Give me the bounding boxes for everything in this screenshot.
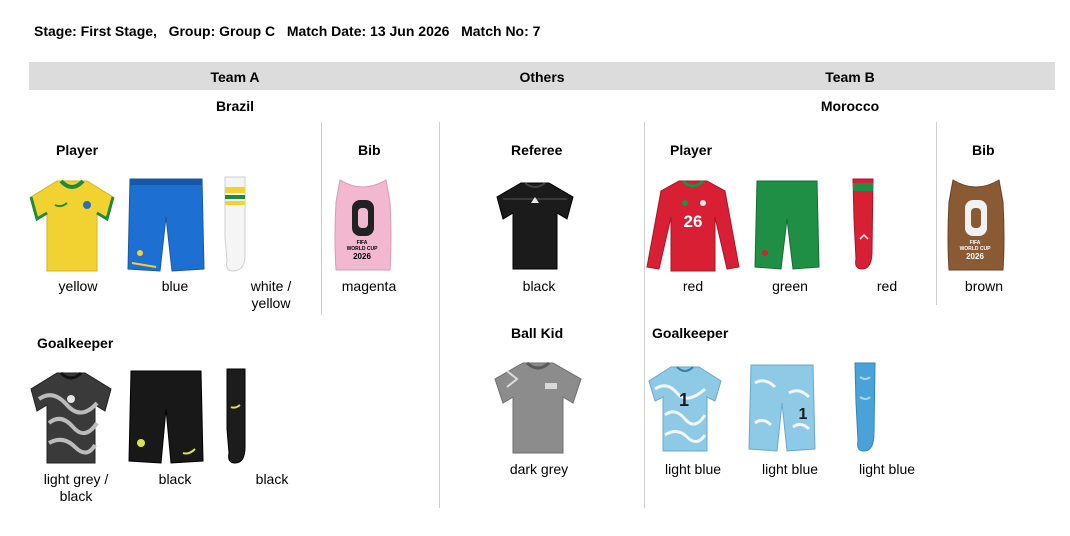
team-a-goalkeeper-title: Goalkeeper xyxy=(37,335,114,351)
brazil-socks-caption: white / yellow xyxy=(221,278,321,312)
morocco-shirt-caption: red xyxy=(682,278,704,294)
brazil-goalkeeper-shorts xyxy=(126,368,206,466)
shorts-icon xyxy=(128,370,204,464)
team-b-goalkeeper-title: Goalkeeper xyxy=(652,325,729,341)
morocco-player-shorts xyxy=(752,178,822,272)
ball-kid-title: Ball Kid xyxy=(511,325,564,341)
brazil-gk-shorts-caption: black xyxy=(158,471,192,487)
ball-kid-caption: dark grey xyxy=(509,461,569,477)
referee-title: Referee xyxy=(511,142,563,158)
team-a-header: Team A xyxy=(210,69,260,85)
team-a-player-title: Player xyxy=(56,142,99,158)
match-date-text: Match Date: 13 Jun 2026 xyxy=(286,23,450,39)
morocco-shorts-caption: green xyxy=(772,278,808,294)
shorts-icon xyxy=(754,180,820,270)
team-b-name: Morocco xyxy=(820,98,880,114)
team-a-bib-title: Bib xyxy=(358,142,381,158)
morocco-gk-socks-caption: light blue xyxy=(858,461,916,477)
brazil-bib-badge: FIFA WORLD CUP 2026 xyxy=(344,240,380,261)
brazil-socks-caption-line2: yellow xyxy=(251,295,291,311)
group-text: Group: Group C xyxy=(168,23,276,39)
morocco-player-socks xyxy=(848,178,878,272)
brazil-gk-socks-caption: black xyxy=(255,471,289,487)
brazil-gk-shirt-caption: light grey / black xyxy=(26,471,126,505)
shirt-icon xyxy=(494,361,582,454)
brazil-socks-caption-line1: white / xyxy=(250,278,292,294)
others-header: Others xyxy=(519,69,565,85)
team-b-header: Team B xyxy=(825,69,875,85)
sock-icon xyxy=(852,178,874,270)
morocco-bib-badge: FIFA WORLD CUP 2026 xyxy=(957,240,993,261)
team-b-bib-title: Bib xyxy=(972,142,995,158)
separator-team-a-others xyxy=(439,122,440,508)
brazil-bib-badge-3: 2026 xyxy=(353,252,371,261)
brazil-shirt-caption: yellow xyxy=(58,278,98,294)
brazil-player-shorts xyxy=(126,176,206,274)
referee-shirt xyxy=(494,178,576,272)
sock-icon xyxy=(224,176,246,272)
brazil-gk-shirt-caption-line2: black xyxy=(59,488,93,504)
brazil-goalkeeper-socks xyxy=(222,368,250,466)
brazil-shorts-caption: blue xyxy=(161,278,189,294)
sock-icon xyxy=(854,362,876,452)
team-b-player-title: Player xyxy=(670,142,713,158)
team-a-name: Brazil xyxy=(215,98,255,114)
shorts-icon xyxy=(127,178,205,272)
brazil-player-shirt xyxy=(28,176,116,274)
referee-caption: black xyxy=(522,278,556,294)
shirt-icon xyxy=(30,371,112,464)
brazil-goalkeeper-shirt xyxy=(28,368,114,466)
morocco-bib-badge-3: 2026 xyxy=(966,252,984,261)
match-no-text: Match No: 7 xyxy=(461,23,541,39)
morocco-shirt-number: 26 xyxy=(683,212,703,231)
stage-text: Stage: First Stage, xyxy=(34,23,157,39)
morocco-goalkeeper-socks xyxy=(850,362,880,454)
morocco-gk-shorts-caption: light blue xyxy=(761,461,819,477)
sock-icon xyxy=(226,368,246,464)
shirt-icon xyxy=(496,182,574,270)
morocco-bib-caption: brown xyxy=(964,278,1004,294)
shirt-icon xyxy=(29,179,115,272)
brazil-player-socks xyxy=(220,176,250,274)
match-info: Stage: First Stage, Group: Group C Match… xyxy=(34,23,540,39)
ball-kid-shirt xyxy=(492,358,584,456)
morocco-gk-shirt-caption: light blue xyxy=(664,461,722,477)
brazil-bib-caption: magenta xyxy=(341,278,397,294)
morocco-socks-caption: red xyxy=(876,278,898,294)
morocco-gk-shorts-number: 1 xyxy=(798,406,808,423)
morocco-gk-shirt-number: 1 xyxy=(678,390,689,410)
brazil-gk-shirt-caption-line1: light grey / xyxy=(43,471,109,487)
